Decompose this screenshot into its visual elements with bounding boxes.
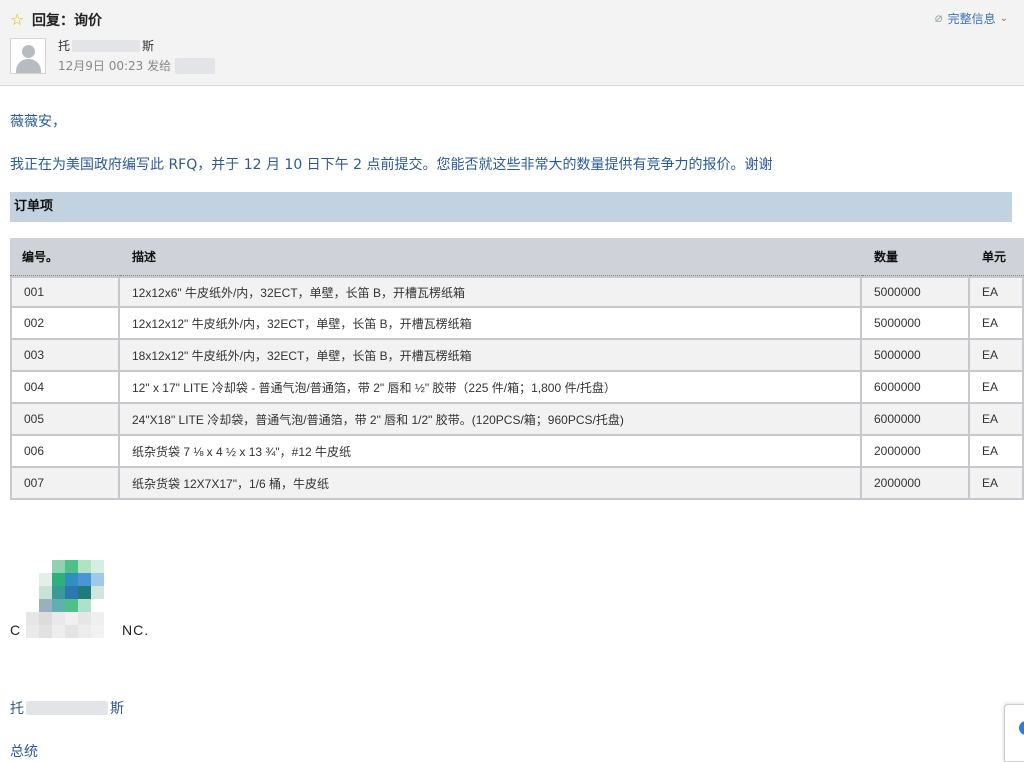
paperclip-icon: ⌀: [934, 11, 943, 26]
sent-date: 12月9日 00:23 发给: [58, 57, 216, 74]
table-row: 007 纸杂货袋 12X7X17"，1/6 桶，牛皮纸 2000000 EA: [10, 468, 1024, 500]
redacted-block: [72, 39, 141, 52]
header-desc: 描述: [120, 238, 862, 276]
cell-unit: EA: [970, 372, 1024, 404]
mail-subject: 回复：询价: [32, 13, 102, 29]
cell-qty: 2000000: [862, 436, 970, 468]
table-row: 001 12x12x6" 牛皮纸外/内，32ECT，单壁，长笛 B，开槽瓦楞纸箱…: [10, 276, 1024, 308]
sender-name-prefix: 托: [58, 39, 71, 53]
intro-paragraph: 我正在为美国政府编写此 RFQ，并于 12 月 10 日下午 2 点前提交。您能…: [10, 157, 773, 173]
cell-no: 004: [10, 372, 120, 404]
cell-qty: 5000000: [862, 276, 970, 308]
order-items-table: 编号。 描述 数量 单元 001 12x12x6" 牛皮纸外/内，32ECT，单…: [10, 238, 1024, 500]
sent-date-text: 12月9日 00:23 发给: [58, 59, 172, 73]
cell-qty: 5000000: [862, 308, 970, 340]
cell-unit: EA: [970, 404, 1024, 436]
sender-name[interactable]: 托 斯: [58, 37, 154, 54]
header-no: 编号。: [10, 238, 120, 276]
redacted-recipient: [175, 57, 216, 74]
cell-no: 001: [10, 276, 120, 308]
logo-text-left: C: [10, 622, 22, 638]
cell-desc: 12x12x6" 牛皮纸外/内，32ECT，单壁，长笛 B，开槽瓦楞纸箱: [120, 276, 862, 308]
subject-row: ☆ 回复：询价: [10, 10, 102, 30]
cell-no: 003: [10, 340, 120, 372]
cell-no: 002: [10, 308, 120, 340]
full-info-link[interactable]: ⌀ 完整信息 ⌄: [935, 10, 1008, 27]
cell-unit: EA: [970, 308, 1024, 340]
cell-unit: EA: [970, 340, 1024, 372]
sender-name-suffix: 斯: [142, 39, 155, 53]
star-icon[interactable]: ☆: [10, 12, 28, 28]
mail-header: ☆ 回复：询价 ⌀ 完整信息 ⌄ 托 斯 12月9日 00:23 发给: [0, 0, 1024, 86]
cell-unit: EA: [970, 468, 1024, 500]
cell-unit: EA: [970, 436, 1024, 468]
section-title: 订单项: [10, 192, 1012, 222]
cell-no: 005: [10, 404, 120, 436]
cell-qty: 2000000: [862, 468, 970, 500]
cell-desc: 12x12x12" 牛皮纸外/内，32ECT，单壁，长笛 B，开槽瓦楞纸箱: [120, 308, 862, 340]
chevron-down-icon: ⌄: [999, 13, 1008, 24]
full-info-label: 完整信息: [947, 12, 996, 26]
table-row: 002 12x12x12" 牛皮纸外/内，32ECT，单壁，长笛 B，开槽瓦楞纸…: [10, 308, 1024, 340]
signature-title: 总统: [10, 744, 38, 760]
cell-no: 007: [10, 468, 120, 500]
signature-name-prefix: 托: [10, 701, 24, 717]
cell-desc: 24"X18" LITE 冷却袋，普通气泡/普通箔，带 2" 唇和 1/2" 胶…: [120, 404, 862, 436]
signature-name: 托 斯: [10, 698, 124, 718]
greeting: 薇薇安，: [10, 114, 66, 130]
redacted-signature: [26, 701, 108, 715]
table-row: 005 24"X18" LITE 冷却袋，普通气泡/普通箔，带 2" 唇和 1/…: [10, 404, 1024, 436]
cell-desc: 18x12x12" 牛皮纸外/内，32ECT，单壁，长笛 B，开槽瓦楞纸箱: [120, 340, 862, 372]
header-unit: 单元: [970, 238, 1024, 276]
cell-desc: 纸杂货袋 7 ⅛ x 4 ½ x 13 ¾"，#12 牛皮纸: [120, 436, 862, 468]
table-row: 003 18x12x12" 牛皮纸外/内，32ECT，单壁，长笛 B，开槽瓦楞纸…: [10, 340, 1024, 372]
cell-desc: 纸杂货袋 12X7X17"，1/6 桶，牛皮纸: [120, 468, 862, 500]
cell-no: 006: [10, 436, 120, 468]
floating-help-widget[interactable]: [1004, 704, 1024, 762]
table-row: 006 纸杂货袋 7 ⅛ x 4 ½ x 13 ¾"，#12 牛皮纸 20000…: [10, 436, 1024, 468]
cell-desc: 12" x 17" LITE 冷却袋 - 普通气泡/普通箔，带 2" 唇和 ½"…: [120, 372, 862, 404]
company-logo: C NC.: [10, 548, 160, 644]
table-header-row: 编号。 描述 数量 单元: [10, 238, 1024, 276]
cell-qty: 6000000: [862, 372, 970, 404]
logo-text-right: NC.: [122, 622, 150, 638]
avatar: [10, 38, 46, 74]
cell-qty: 5000000: [862, 340, 970, 372]
table-row: 004 12" x 17" LITE 冷却袋 - 普通气泡/普通箔，带 2" 唇…: [10, 372, 1024, 404]
help-icon: [1019, 721, 1024, 735]
header-qty: 数量: [862, 238, 970, 276]
cell-unit: EA: [970, 276, 1024, 308]
signature-name-suffix: 斯: [110, 701, 124, 717]
cell-qty: 6000000: [862, 404, 970, 436]
